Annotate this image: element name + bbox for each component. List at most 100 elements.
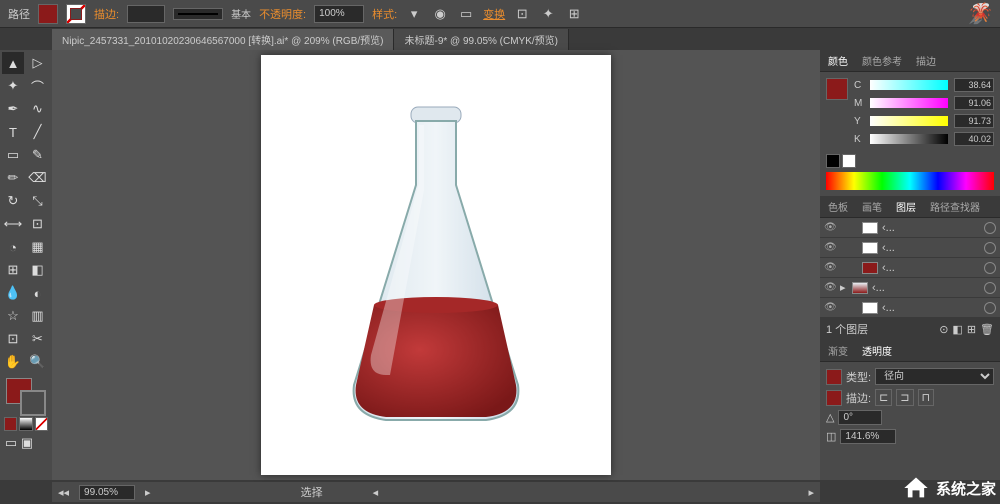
stroke-weight-input[interactable]	[127, 5, 165, 23]
new-sublayer-icon[interactable]: ◧	[952, 323, 962, 336]
graph-tool[interactable]: ▥	[27, 305, 49, 327]
spectrum[interactable]	[826, 172, 994, 190]
color-tab[interactable]: 颜色	[824, 51, 852, 70]
type-tool[interactable]: T	[2, 121, 24, 143]
y-value[interactable]: 91.73	[954, 114, 994, 128]
target-icon[interactable]	[984, 242, 996, 254]
target-icon[interactable]	[984, 262, 996, 274]
target-icon[interactable]	[984, 222, 996, 234]
c-slider[interactable]	[870, 80, 948, 90]
rotate-tool[interactable]: ↻	[2, 190, 24, 212]
c-value[interactable]: 38.64	[954, 78, 994, 92]
stroke-style-dropdown[interactable]	[173, 8, 223, 20]
lasso-tool[interactable]: ⌒	[27, 75, 49, 97]
stroke-swatch[interactable]	[66, 4, 86, 24]
gradient-stroke-swatch[interactable]	[826, 390, 842, 406]
screen-mode-full[interactable]: ▣	[20, 436, 34, 450]
transparency-tab[interactable]: 透明度	[858, 341, 896, 360]
gradient-swatch[interactable]	[826, 369, 842, 385]
layer-row[interactable]: 👁‹...	[820, 258, 1000, 278]
align-icon[interactable]: ▭	[457, 5, 475, 23]
k-slider[interactable]	[870, 134, 948, 144]
angle-input[interactable]	[838, 410, 882, 425]
layers-tab[interactable]: 图层	[892, 197, 920, 216]
shape-icon[interactable]: ✦	[539, 5, 557, 23]
visibility-icon[interactable]: 👁	[824, 222, 836, 234]
zoom-input[interactable]	[79, 485, 135, 500]
brushes-tab[interactable]: 画笔	[858, 197, 886, 216]
k-value[interactable]: 40.02	[954, 132, 994, 146]
color-ref-tab[interactable]: 颜色参考	[858, 51, 906, 70]
visibility-icon[interactable]: 👁	[824, 282, 836, 294]
scale-tool[interactable]: ⤡	[27, 190, 49, 212]
doc-tab-1[interactable]: Nipic_2457331_20101020230646567000 [转换].…	[52, 29, 394, 50]
stroke-mode-3[interactable]: ⊓	[918, 389, 935, 406]
pencil-tool[interactable]: ✏	[2, 167, 24, 189]
doc-tab-2[interactable]: 未标题-9* @ 99.05% (CMYK/预览)	[394, 29, 569, 50]
paintbrush-tool[interactable]: ✎	[27, 144, 49, 166]
fill-swatch[interactable]	[38, 4, 58, 24]
free-transform-tool[interactable]: ⊡	[27, 213, 49, 235]
canvas[interactable]	[52, 50, 820, 480]
visibility-icon[interactable]: 👁	[824, 302, 836, 314]
eyedropper-tool[interactable]: 💧	[2, 282, 24, 304]
opacity-input[interactable]	[314, 5, 364, 23]
perspective-tool[interactable]: ▦	[27, 236, 49, 258]
layer-row[interactable]: 👁‹...	[820, 298, 1000, 318]
gradient-tab[interactable]: 渐变	[824, 341, 852, 360]
artboard-tool[interactable]: ⊡	[2, 328, 24, 350]
y-slider[interactable]	[870, 116, 948, 126]
layer-row[interactable]: 👁▸‹...	[820, 278, 1000, 298]
zoom-tool[interactable]: 🔍	[27, 351, 49, 373]
gradient-tool[interactable]: ◧	[27, 259, 49, 281]
line-tool[interactable]: ╱	[27, 121, 49, 143]
recolor-icon[interactable]: ◉	[431, 5, 449, 23]
width-tool[interactable]: ⟷	[2, 213, 24, 235]
new-layer-icon[interactable]: ⊞	[967, 323, 976, 336]
isolation-icon[interactable]: ⊡	[513, 5, 531, 23]
stroke-color[interactable]	[20, 390, 46, 416]
visibility-icon[interactable]: 👁	[824, 242, 836, 254]
scroll-left-icon[interactable]: ◂	[373, 486, 379, 499]
target-icon[interactable]	[984, 282, 996, 294]
locate-layer-icon[interactable]: ⊙	[939, 323, 948, 336]
direct-selection-tool[interactable]: ▷	[27, 52, 49, 74]
curvature-tool[interactable]: ∿	[27, 98, 49, 120]
magic-wand-tool[interactable]: ✦	[2, 75, 24, 97]
rectangle-tool[interactable]: ▭	[2, 144, 24, 166]
nav-next-icon[interactable]: ▸	[145, 486, 151, 499]
delete-layer-icon[interactable]: 🗑	[980, 323, 994, 336]
color-mode-gradient[interactable]	[19, 417, 32, 431]
gradient-type-select[interactable]: 径向	[875, 368, 994, 385]
selection-tool[interactable]: ▲	[2, 52, 24, 74]
stroke-mode-1[interactable]: ⊏	[875, 389, 892, 406]
screen-mode-normal[interactable]: ▭	[4, 436, 18, 450]
layer-row[interactable]: 👁‹...	[820, 218, 1000, 238]
pen-tool[interactable]: ✒	[2, 98, 24, 120]
black-swatch[interactable]	[826, 154, 840, 168]
style-dropdown[interactable]: ▾	[405, 5, 423, 23]
color-preview[interactable]	[826, 78, 848, 146]
white-swatch[interactable]	[842, 154, 856, 168]
m-slider[interactable]	[870, 98, 948, 108]
color-mode-none[interactable]	[35, 417, 48, 431]
transform-label[interactable]: 变换	[483, 6, 505, 22]
eraser-tool[interactable]: ⌫	[27, 167, 49, 189]
scroll-right-icon[interactable]: ▸	[808, 486, 814, 499]
pathfinder-tab[interactable]: 路径查找器	[926, 197, 984, 216]
swatches-tab[interactable]: 色板	[824, 197, 852, 216]
stroke-tab[interactable]: 描边	[912, 51, 940, 70]
blend-tool[interactable]: ◐	[27, 282, 49, 304]
layer-row[interactable]: 👁‹...	[820, 238, 1000, 258]
transform-icon[interactable]: ⊞	[565, 5, 583, 23]
slice-tool[interactable]: ✂	[27, 328, 49, 350]
color-mode-solid[interactable]	[4, 417, 17, 431]
aspect-input[interactable]	[840, 429, 896, 444]
shape-builder-tool[interactable]: ◔	[2, 236, 24, 258]
hand-tool[interactable]: ✋	[2, 351, 24, 373]
nav-prev-icon[interactable]: ◂◂	[58, 486, 69, 499]
stroke-mode-2[interactable]: ⊐	[896, 389, 913, 406]
mesh-tool[interactable]: ⊞	[2, 259, 24, 281]
m-value[interactable]: 91.06	[954, 96, 994, 110]
visibility-icon[interactable]: 👁	[824, 262, 836, 274]
